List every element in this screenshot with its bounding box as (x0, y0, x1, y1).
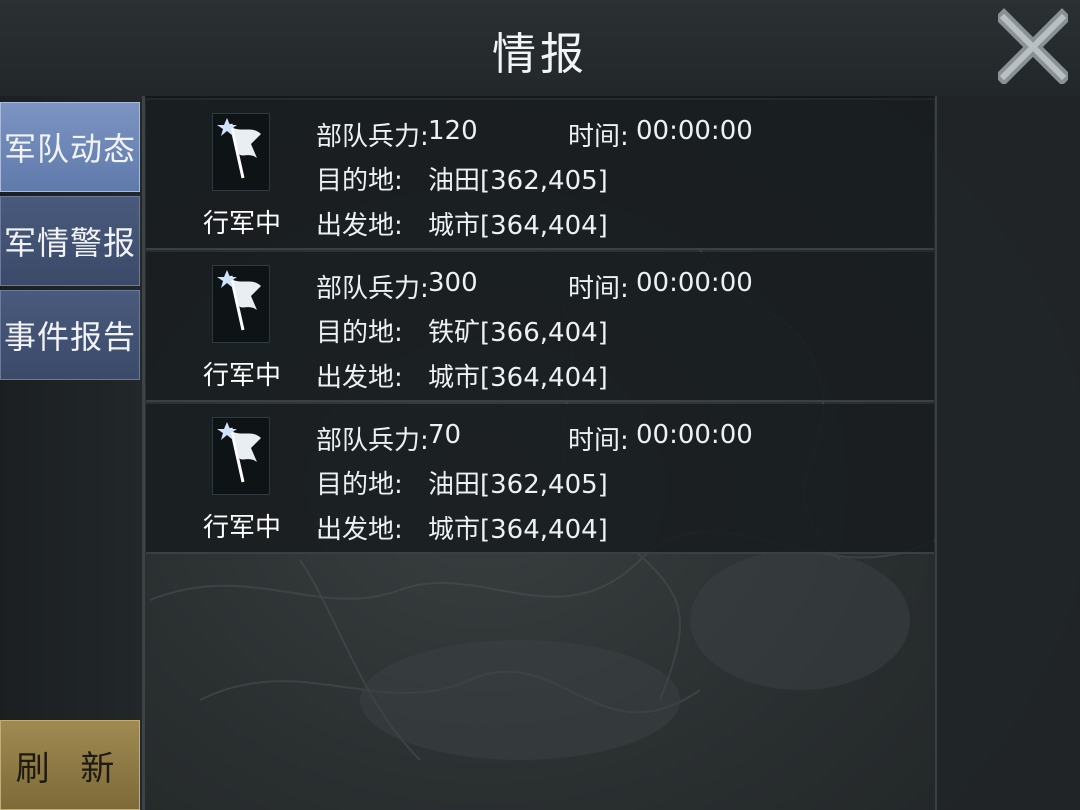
sidebar: 军队动态 军情警报 事件报告 (0, 96, 145, 810)
time-label: 时间: (568, 122, 629, 152)
origin-label: 出发地: (316, 211, 403, 241)
origin-label: 出发地: (316, 515, 403, 545)
tab-event-report[interactable]: 事件报告 (0, 290, 140, 380)
page-title: 情报 (492, 29, 588, 80)
close-icon (994, 8, 1072, 86)
troops-label: 部队兵力: (316, 122, 429, 152)
march-flag-icon (212, 417, 270, 495)
troops-value: 70 (428, 420, 462, 450)
title-bar: 情报 (0, 0, 1080, 98)
march-flag-icon (212, 265, 270, 343)
tab-army-status[interactable]: 军队动态 (0, 102, 140, 192)
time-value: 00:00:00 (636, 116, 753, 146)
destination-value: 油田[362,405] (428, 470, 608, 500)
troops-label: 部队兵力: (316, 426, 429, 456)
list-item[interactable]: 行军中 部队兵力: 300 时间: 00:00:00 目的地: 铁矿[366,4… (146, 252, 934, 402)
time-value: 00:00:00 (636, 268, 753, 298)
time-value: 00:00:00 (636, 420, 753, 450)
time-label: 时间: (568, 274, 629, 304)
status-label: 行军中 (202, 209, 281, 239)
status-label: 行军中 (202, 361, 281, 391)
origin-label: 出发地: (316, 363, 403, 393)
right-panel (935, 96, 1080, 810)
destination-label: 目的地: (316, 318, 403, 348)
origin-value: 城市[364,404] (428, 363, 608, 393)
destination-label: 目的地: (316, 166, 403, 196)
close-button[interactable] (994, 8, 1072, 86)
list-item[interactable]: 行军中 部队兵力: 70 时间: 00:00:00 目的地: 油田[362,40… (146, 404, 934, 554)
destination-value: 油田[362,405] (428, 166, 608, 196)
tab-label: 军队动态 (3, 130, 136, 168)
tab-label: 军情警报 (3, 224, 136, 262)
tab-label: 事件报告 (3, 318, 136, 356)
refresh-button[interactable]: 刷 新 (0, 720, 140, 810)
troops-value: 120 (428, 116, 478, 146)
intel-list: 行军中 部队兵力: 120 时间: 00:00:00 目的地: 油田[362,4… (146, 100, 934, 556)
march-flag-icon (212, 113, 270, 191)
list-item[interactable]: 行军中 部队兵力: 120 时间: 00:00:00 目的地: 油田[362,4… (146, 100, 934, 250)
origin-value: 城市[364,404] (428, 515, 608, 545)
destination-value: 铁矿[366,404] (428, 318, 608, 348)
troops-value: 300 (428, 268, 478, 298)
status-label: 行军中 (202, 513, 281, 543)
destination-label: 目的地: (316, 470, 403, 500)
troops-label: 部队兵力: (316, 274, 429, 304)
refresh-label: 刷 新 (15, 748, 125, 789)
time-label: 时间: (568, 426, 629, 456)
tab-military-alert[interactable]: 军情警报 (0, 196, 140, 286)
origin-value: 城市[364,404] (428, 211, 608, 241)
